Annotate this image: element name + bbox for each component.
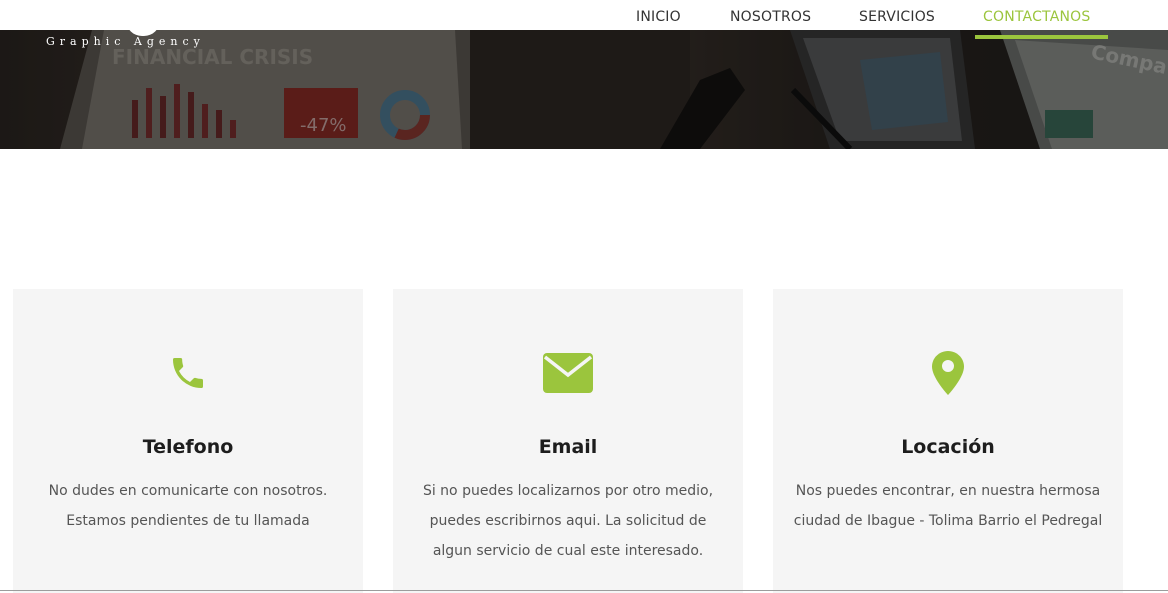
page-divider (0, 590, 1168, 591)
envelope-icon (393, 349, 743, 397)
nav-active-indicator (975, 35, 1108, 39)
card-text: Nos puedes encontrar, en nuestra hermosa… (793, 483, 1103, 529)
nav-item-nosotros[interactable]: NOSOTROS (730, 0, 811, 39)
contact-card-email: Email Si no puedes localizarnos por otro… (393, 289, 743, 593)
nav-item-contactanos[interactable]: CONTACTANOS (983, 0, 1090, 39)
map-pin-icon (773, 349, 1123, 397)
nav-item-servicios[interactable]: SERVICIOS (859, 0, 935, 39)
contact-card-telefono: Telefono No dudes en comunicarte con nos… (13, 289, 363, 593)
hero-banner: FINANCIAL CRISIS -47% Compa Graphic Agen… (0, 30, 1168, 149)
logo-tagline: Graphic Agency (46, 35, 205, 48)
contact-card-locacion: Locación Nos puedes encontrar, en nuestr… (773, 289, 1123, 593)
top-navigation: INICIO NOSOTROS SERVICIOS CONTACTANOS (0, 0, 1168, 30)
card-title: Locación (901, 436, 995, 458)
card-text: Si no puedes localizarnos por otro medio… (422, 483, 714, 559)
phone-icon (13, 349, 363, 397)
nav-item-inicio[interactable]: INICIO (636, 0, 681, 39)
card-title: Telefono (142, 436, 234, 458)
card-text: No dudes en comunicarte con nosotros. Es… (48, 483, 328, 529)
card-title: Email (538, 436, 598, 458)
